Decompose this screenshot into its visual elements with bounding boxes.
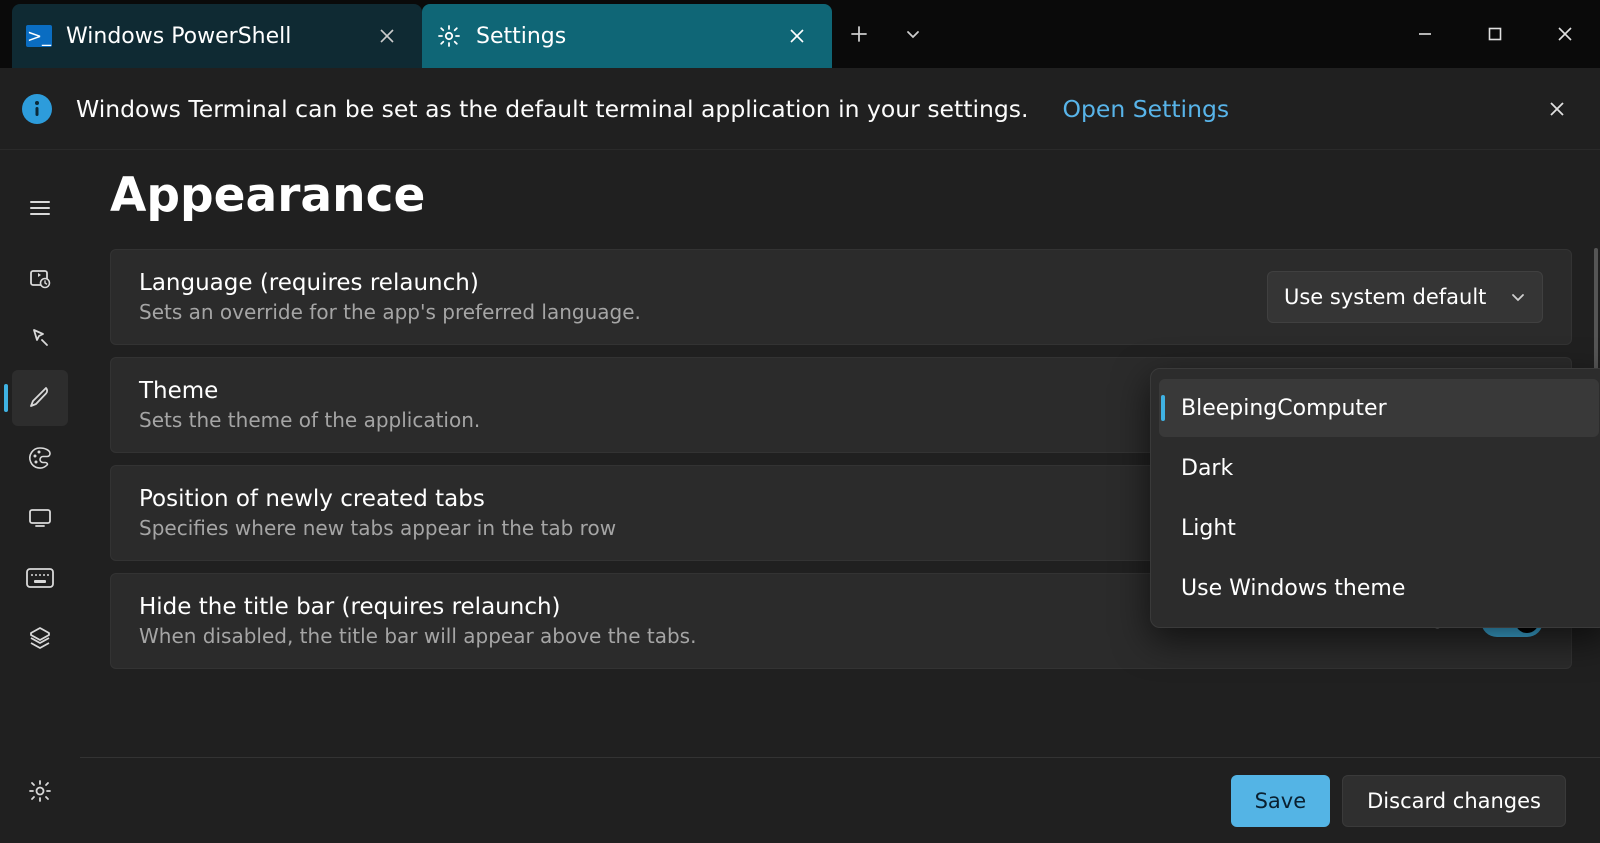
option-label: BleepingComputer bbox=[1181, 396, 1387, 421]
footer: Save Discard changes bbox=[80, 757, 1600, 843]
setting-desc: Sets an override for the app's preferred… bbox=[139, 300, 1247, 324]
theme-dropdown: BleepingComputer Dark Light Use Windows … bbox=[1150, 368, 1600, 628]
close-window-button[interactable] bbox=[1530, 0, 1600, 68]
close-icon[interactable] bbox=[780, 19, 814, 53]
theme-option[interactable]: Use Windows theme bbox=[1159, 559, 1599, 617]
tab-dropdown-button[interactable] bbox=[886, 0, 940, 68]
sidebar-item-actions[interactable] bbox=[12, 550, 68, 606]
maximize-button[interactable] bbox=[1460, 0, 1530, 68]
tab-actions bbox=[832, 0, 940, 68]
window-controls bbox=[1390, 0, 1600, 68]
option-label: Use Windows theme bbox=[1181, 576, 1405, 601]
setting-language[interactable]: Language (requires relaunch) Sets an ove… bbox=[110, 249, 1572, 345]
sidebar-item-rendering[interactable] bbox=[12, 490, 68, 546]
sidebar-item-appearance[interactable] bbox=[12, 370, 68, 426]
sidebar-item-color-schemes[interactable] bbox=[12, 430, 68, 486]
sidebar-item-startup[interactable] bbox=[12, 250, 68, 306]
sidebar-item-profiles[interactable] bbox=[12, 610, 68, 666]
open-settings-link[interactable]: Open Settings bbox=[1063, 95, 1230, 123]
banner-close-button[interactable] bbox=[1536, 88, 1578, 130]
save-button[interactable]: Save bbox=[1231, 775, 1331, 827]
tab-settings[interactable]: Settings bbox=[422, 4, 832, 68]
banner-text: Windows Terminal can be set as the defau… bbox=[76, 95, 1029, 123]
page-title: Appearance bbox=[110, 168, 1572, 223]
discard-button[interactable]: Discard changes bbox=[1342, 775, 1566, 827]
language-combo[interactable]: Use system default bbox=[1267, 271, 1543, 323]
option-label: Dark bbox=[1181, 456, 1233, 481]
sidebar bbox=[0, 150, 80, 843]
main-content: Appearance Language (requires relaunch) … bbox=[80, 150, 1600, 843]
titlebar: >_ Windows PowerShell Settings bbox=[0, 0, 1600, 68]
sidebar-item-settings[interactable] bbox=[12, 763, 68, 819]
tab-title: Settings bbox=[476, 24, 766, 49]
theme-option[interactable]: Dark bbox=[1159, 439, 1599, 497]
combo-value: Use system default bbox=[1284, 285, 1486, 309]
gear-icon bbox=[436, 23, 462, 49]
setting-title: Language (requires relaunch) bbox=[139, 270, 1247, 296]
info-banner: Windows Terminal can be set as the defau… bbox=[0, 68, 1600, 150]
info-icon bbox=[22, 94, 52, 124]
option-label: Light bbox=[1181, 516, 1236, 541]
tab-title: Windows PowerShell bbox=[66, 24, 356, 49]
tab-powershell[interactable]: >_ Windows PowerShell bbox=[12, 4, 422, 68]
close-icon[interactable] bbox=[370, 19, 404, 53]
powershell-icon: >_ bbox=[26, 23, 52, 49]
sidebar-item-interaction[interactable] bbox=[12, 310, 68, 366]
nav-toggle-button[interactable] bbox=[12, 180, 68, 236]
theme-option[interactable]: BleepingComputer bbox=[1159, 379, 1599, 437]
theme-option[interactable]: Light bbox=[1159, 499, 1599, 557]
new-tab-button[interactable] bbox=[832, 0, 886, 68]
minimize-button[interactable] bbox=[1390, 0, 1460, 68]
